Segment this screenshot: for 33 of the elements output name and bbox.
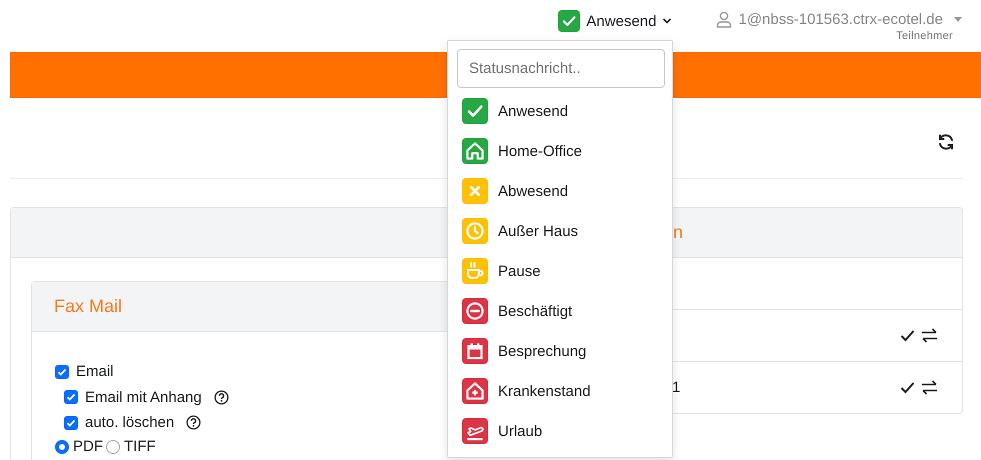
swap-icon[interactable] — [921, 380, 938, 395]
radio-button[interactable] — [55, 440, 69, 454]
status-dropdown[interactable]: Anwesend — [558, 10, 672, 32]
check-icon[interactable] — [900, 329, 915, 342]
status-option[interactable]: Krankenstand — [457, 371, 663, 411]
status-option[interactable]: Besprechung — [457, 331, 663, 371]
chevron-down-icon — [662, 17, 672, 25]
status-option[interactable]: Abwesend — [457, 171, 663, 211]
table-cell: 1 — [672, 379, 680, 396]
refresh-button[interactable] — [937, 133, 955, 151]
status-option[interactable]: Pause — [457, 251, 663, 291]
status-option[interactable]: Urlaub — [457, 411, 663, 451]
status-message-field[interactable]: Statusnachricht.. — [457, 49, 665, 88]
radio-button[interactable] — [106, 440, 120, 454]
checkbox[interactable] — [64, 416, 78, 430]
check-icon[interactable] — [900, 381, 915, 394]
swap-icon[interactable] — [921, 328, 938, 343]
checkbox-label: Email mit Anhang — [85, 388, 202, 406]
status-option[interactable]: Home-Office — [457, 131, 663, 171]
status-option[interactable]: Anwesend — [457, 91, 663, 131]
status-option[interactable]: Außer Haus — [457, 211, 663, 251]
card-title: Fax Mail — [54, 296, 122, 317]
caret-icon — [953, 16, 963, 22]
user-icon — [716, 11, 732, 28]
radio-option[interactable]: TIFF — [106, 438, 156, 455]
checkbox[interactable] — [55, 364, 69, 379]
radio-option[interactable]: PDF — [55, 438, 103, 455]
card-title: n — [673, 222, 684, 243]
checkbox-label: Email — [76, 363, 114, 380]
user-role: Teilnehmer — [896, 30, 953, 42]
checkbox-label: auto. löschen — [85, 414, 174, 432]
checkbox[interactable] — [64, 390, 78, 404]
status-option[interactable]: Beschäftigt — [457, 291, 663, 331]
